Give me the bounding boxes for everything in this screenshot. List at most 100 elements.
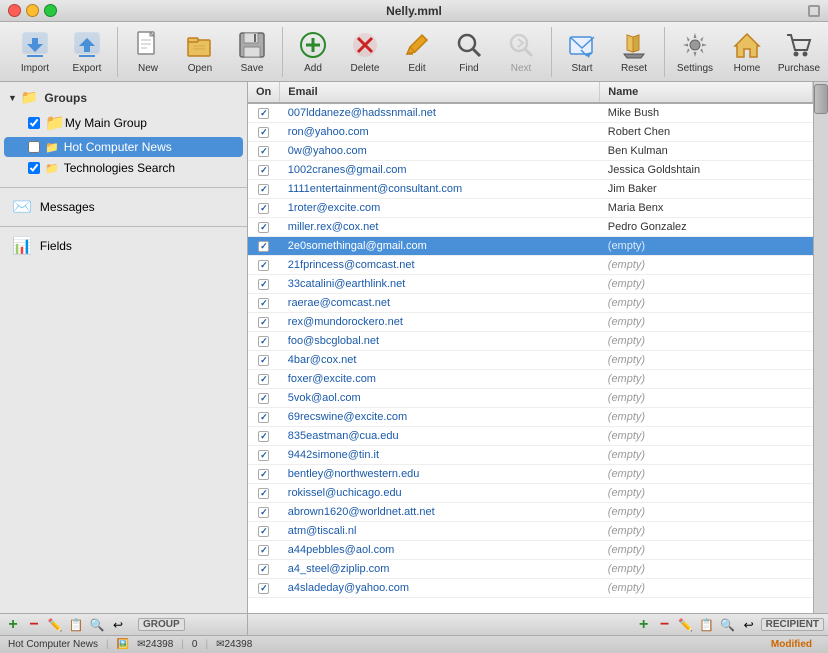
close-button[interactable] (8, 4, 21, 17)
scrollbar-thumb[interactable] (814, 84, 828, 114)
table-row[interactable]: 835eastman@cua.edu(empty) (248, 427, 813, 446)
row-checkbox-cell[interactable] (248, 161, 280, 180)
add-button[interactable]: Add (287, 27, 339, 77)
row-email[interactable]: a4sladeday@yahoo.com (280, 579, 600, 598)
row-checkbox-cell[interactable] (248, 218, 280, 237)
row-checkbox-cell[interactable] (248, 408, 280, 427)
row-checkbox-cell[interactable] (248, 522, 280, 541)
table-row[interactable]: foo@sbcglobal.net(empty) (248, 332, 813, 351)
sidebar-messages[interactable]: ✉️ Messages (4, 193, 243, 221)
row-checkbox-cell[interactable] (248, 446, 280, 465)
table-row[interactable]: 21fprincess@comcast.net(empty) (248, 256, 813, 275)
bottom-copy-group-button[interactable]: 📋 (67, 616, 85, 634)
row-email[interactable]: 2e0somethingal@gmail.com (280, 237, 600, 256)
table-row[interactable]: 1roter@excite.comMaria Benx (248, 199, 813, 218)
row-checkbox-cell[interactable] (248, 237, 280, 256)
new-button[interactable]: New (122, 27, 174, 77)
row-checkbox-cell[interactable] (248, 484, 280, 503)
table-row[interactable]: rokissel@uchicago.edu(empty) (248, 484, 813, 503)
table-row[interactable]: 33catalini@earthlink.net(empty) (248, 275, 813, 294)
row-email[interactable]: 007lddaneze@hadssnmail.net (280, 103, 600, 123)
settings-button[interactable]: Settings (669, 27, 721, 77)
row-checkbox-cell[interactable] (248, 427, 280, 446)
edit-button[interactable]: Edit (391, 27, 443, 77)
save-button[interactable]: Save (226, 27, 278, 77)
purchase-button[interactable]: Purchase (773, 27, 825, 77)
groups-header[interactable]: ▼ 📁 Groups (0, 86, 247, 109)
resize-icon[interactable] (808, 5, 820, 17)
bottom-arrow-group-button[interactable]: ↩ (109, 616, 127, 634)
table-row[interactable]: 0w@yahoo.comBen Kulman (248, 142, 813, 161)
row-email[interactable]: 1002cranes@gmail.com (280, 161, 600, 180)
table-row[interactable]: 2e0somethingal@gmail.com(empty) (248, 237, 813, 256)
sidebar-fields[interactable]: 📊 Fields (4, 232, 243, 260)
row-email[interactable]: 69recswine@excite.com (280, 408, 600, 427)
home-button[interactable]: Home (721, 27, 773, 77)
table-row[interactable]: 1002cranes@gmail.comJessica Goldshtain (248, 161, 813, 180)
row-email[interactable]: 9442simone@tin.it (280, 446, 600, 465)
row-email[interactable]: atm@tiscali.nl (280, 522, 600, 541)
row-checkbox-cell[interactable] (248, 503, 280, 522)
row-email[interactable]: foxer@excite.com (280, 370, 600, 389)
row-checkbox-cell[interactable] (248, 313, 280, 332)
sidebar-item-technologies-search[interactable]: 📁 Technologies Search (4, 158, 243, 178)
row-email[interactable]: miller.rex@cox.net (280, 218, 600, 237)
table-row[interactable]: atm@tiscali.nl(empty) (248, 522, 813, 541)
minimize-button[interactable] (26, 4, 39, 17)
bottom-add-group-button[interactable]: + (4, 616, 22, 634)
row-checkbox-cell[interactable] (248, 256, 280, 275)
bottom-remove-group-button[interactable]: − (25, 616, 43, 634)
next-button[interactable]: Next (495, 27, 547, 77)
bottom-edit-recipient-button[interactable]: ✏️ (677, 616, 695, 634)
row-checkbox-cell[interactable] (248, 351, 280, 370)
table-row[interactable]: 007lddaneze@hadssnmail.netMike Bush (248, 103, 813, 123)
table-row[interactable]: 5vok@aol.com(empty) (248, 389, 813, 408)
table-row[interactable]: 69recswine@excite.com(empty) (248, 408, 813, 427)
row-checkbox-cell[interactable] (248, 199, 280, 218)
row-checkbox-cell[interactable] (248, 180, 280, 199)
table-row[interactable]: miller.rex@cox.netPedro Gonzalez (248, 218, 813, 237)
row-checkbox-cell[interactable] (248, 370, 280, 389)
table-row[interactable]: a4sladeday@yahoo.com(empty) (248, 579, 813, 598)
technologies-search-checkbox[interactable] (28, 162, 40, 174)
scrollbar-track[interactable] (813, 82, 828, 613)
table-row[interactable]: bentley@northwestern.edu(empty) (248, 465, 813, 484)
row-email[interactable]: 1111entertainment@consultant.com (280, 180, 600, 199)
row-email[interactable]: 4bar@cox.net (280, 351, 600, 370)
row-email[interactable]: 0w@yahoo.com (280, 142, 600, 161)
row-checkbox-cell[interactable] (248, 541, 280, 560)
bottom-remove-recipient-button[interactable]: − (656, 616, 674, 634)
row-checkbox-cell[interactable] (248, 389, 280, 408)
bottom-search-recipient-button[interactable]: 🔍 (719, 616, 737, 634)
row-checkbox-cell[interactable] (248, 579, 280, 598)
maximize-button[interactable] (44, 4, 57, 17)
table-row[interactable]: abrown1620@worldnet.att.net(empty) (248, 503, 813, 522)
bottom-edit-group-button[interactable]: ✏️ (46, 616, 64, 634)
row-checkbox-cell[interactable] (248, 294, 280, 313)
row-email[interactable]: a4_steel@ziplip.com (280, 560, 600, 579)
bottom-copy-recipient-button[interactable]: 📋 (698, 616, 716, 634)
row-email[interactable]: abrown1620@worldnet.att.net (280, 503, 600, 522)
open-button[interactable]: Open (174, 27, 226, 77)
row-checkbox-cell[interactable] (248, 560, 280, 579)
row-checkbox-cell[interactable] (248, 142, 280, 161)
row-checkbox-cell[interactable] (248, 275, 280, 294)
row-checkbox-cell[interactable] (248, 103, 280, 123)
window-controls[interactable] (8, 4, 57, 17)
row-email[interactable]: ron@yahoo.com (280, 123, 600, 142)
table-row[interactable]: ron@yahoo.comRobert Chen (248, 123, 813, 142)
sidebar-item-hot-computer-news[interactable]: 📁 Hot Computer News (4, 137, 243, 157)
table-row[interactable]: foxer@excite.com(empty) (248, 370, 813, 389)
delete-button[interactable]: Delete (339, 27, 391, 77)
row-checkbox-cell[interactable] (248, 332, 280, 351)
row-email[interactable]: 21fprincess@comcast.net (280, 256, 600, 275)
hot-computer-news-checkbox[interactable] (28, 141, 40, 153)
row-email[interactable]: 1roter@excite.com (280, 199, 600, 218)
row-email[interactable]: 5vok@aol.com (280, 389, 600, 408)
find-button[interactable]: Find (443, 27, 495, 77)
bottom-search-group-button[interactable]: 🔍 (88, 616, 106, 634)
bottom-add-recipient-button[interactable]: + (635, 616, 653, 634)
col-email[interactable]: Email (280, 82, 600, 103)
row-email[interactable]: rokissel@uchicago.edu (280, 484, 600, 503)
row-email[interactable]: 33catalini@earthlink.net (280, 275, 600, 294)
